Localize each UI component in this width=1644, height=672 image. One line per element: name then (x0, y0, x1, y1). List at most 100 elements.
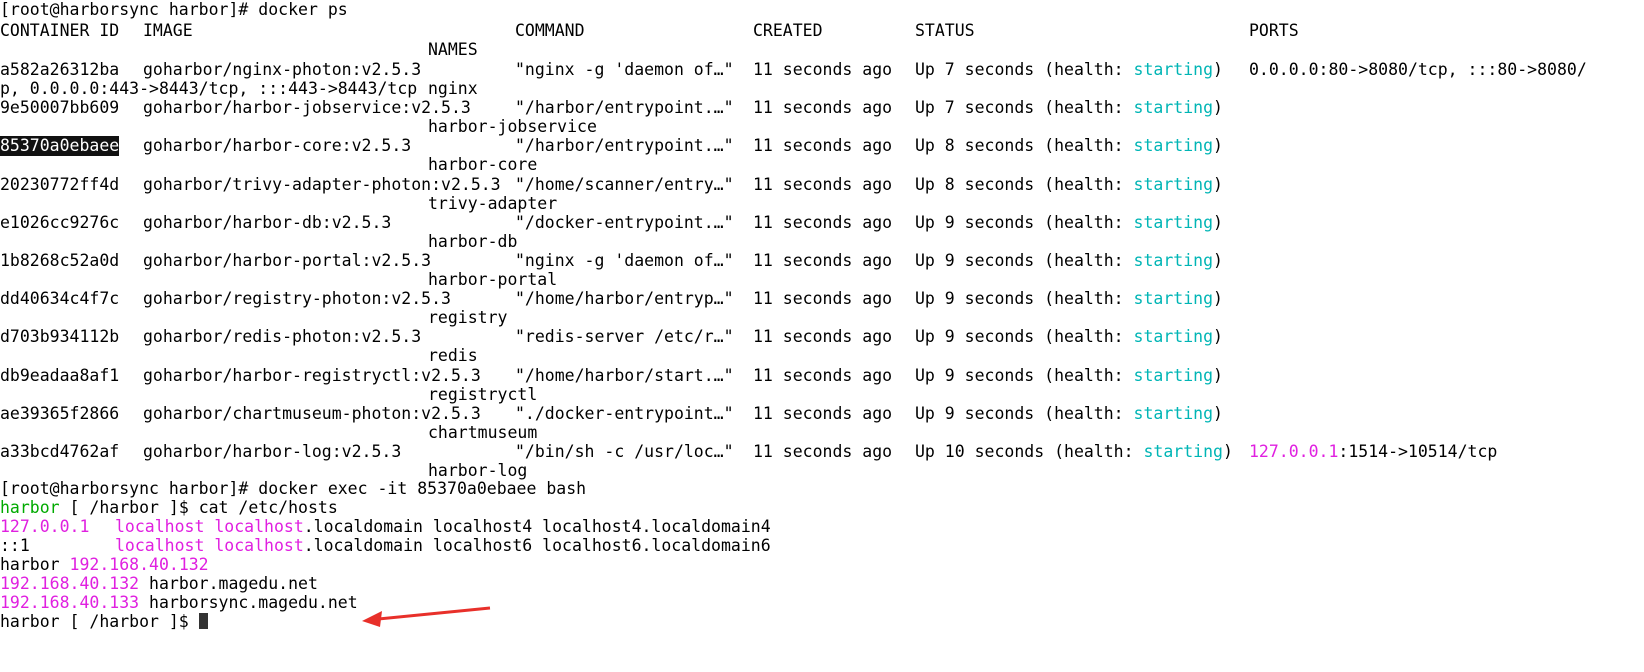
container-created: 11 seconds ago (753, 251, 893, 270)
hosts-name: harbor.magedu.net (149, 574, 318, 593)
arrow-head (362, 611, 382, 627)
container-image: goharbor/harbor-log:v2.5.3 (143, 442, 402, 461)
hosts-line-harbor: harbor 192.168.40.132 (0, 555, 209, 575)
prompt-host: harbor (0, 498, 60, 517)
health-starting: starting (1133, 327, 1214, 346)
hosts-ip: 192.168.40.132 (69, 555, 209, 574)
container-name: trivy-adapter (428, 194, 558, 213)
container-status: Up 10 seconds (health: starting) (915, 442, 1233, 461)
container-command: "/docker-entrypoint.…" (515, 213, 734, 232)
health-starting: starting (1133, 366, 1214, 385)
container-image: goharbor/registry-photon:v2.5.3 (143, 289, 451, 308)
container-image: goharbor/harbor-registryctl:v2.5.3 (143, 366, 481, 385)
hosts-name: localhost (115, 536, 205, 555)
health-starting: starting (1133, 213, 1214, 232)
container-id[interactable]: ae39365f2866 (0, 404, 119, 424)
container-name: redis (428, 346, 478, 365)
container-ports: 0.0.0.0:80->8080/tcp, :::80->8080/ (1249, 60, 1587, 79)
hosts-name: harborsync.magedu.net (149, 593, 358, 612)
container-status: Up 8 seconds (health: starting) (915, 175, 1223, 194)
container-image: goharbor/chartmuseum-photon:v2.5.3 (143, 404, 481, 423)
terminal-window[interactable]: [root@harborsync harbor]# docker ps CONT… (0, 0, 1644, 648)
container-created: 11 seconds ago (753, 366, 893, 385)
container-id[interactable]: 9e50007bb609 (0, 98, 119, 118)
hosts-line: 192.168.40.132 harbor.magedu.net (0, 574, 318, 594)
hosts-line: 192.168.40.133 harborsync.magedu.net (0, 593, 358, 613)
hosts-name: localhost (214, 517, 304, 536)
container-command: "./docker-entrypoint…" (515, 404, 734, 423)
container-command: "/home/harbor/entryp…" (515, 289, 734, 308)
container-ports: 127.0.0.1:1514->10514/tcp (1249, 442, 1498, 461)
hosts-ip: ::1 (0, 536, 30, 555)
container-id[interactable]: 85370a0ebaee (0, 136, 120, 156)
container-id[interactable]: e1026cc9276c (0, 213, 119, 233)
header-status: STATUS (915, 21, 975, 40)
hosts-line: 127.0.0.1 localhost localhost.localdomai… (0, 517, 771, 537)
container-id[interactable]: dd40634c4f7c (0, 289, 119, 309)
table-header-names: NAMES (0, 40, 478, 60)
container-name: nginx (428, 79, 478, 98)
container-command: "/harbor/entrypoint.…" (515, 98, 734, 117)
container-status: Up 9 seconds (health: starting) (915, 251, 1223, 270)
container-image: goharbor/harbor-jobservice:v2.5.3 (143, 98, 471, 117)
container-status: Up 9 seconds (health: starting) (915, 289, 1223, 308)
header-command: COMMAND (515, 21, 585, 40)
container-command: "/home/scanner/entry…" (515, 175, 734, 194)
prompt-command: cat /etc/hosts (198, 498, 338, 517)
container-command: "/harbor/entrypoint.…" (515, 136, 734, 155)
health-starting: starting (1133, 98, 1214, 117)
hosts-ip: 192.168.40.132 (0, 574, 140, 593)
prompt-text: harbor [ /harbor ]$ (0, 612, 199, 631)
text-cursor (198, 613, 208, 629)
header-ports: PORTS (1249, 21, 1299, 40)
health-starting: starting (1133, 175, 1214, 194)
container-id[interactable]: d703b934112b (0, 327, 119, 347)
container-image: goharbor/trivy-adapter-photon:v2.5.3 (143, 175, 501, 194)
header-container-id: CONTAINER ID (0, 21, 120, 40)
header-image: IMAGE (143, 21, 193, 40)
container-command: "nginx -g 'daemon of…" (515, 251, 734, 270)
health-starting: starting (1133, 136, 1214, 155)
table-header: CONTAINER ID IMAGE COMMAND CREATED STATU… (0, 21, 1299, 41)
health-starting: starting (1133, 404, 1214, 423)
container-created: 11 seconds ago (753, 213, 893, 232)
container-created: 11 seconds ago (753, 60, 893, 79)
hosts-ip: 192.168.40.133 (0, 593, 140, 612)
health-starting: starting (1133, 251, 1214, 270)
container-id[interactable]: a33bcd4762af (0, 442, 119, 462)
hosts-line: ::1 localhost localhost.localdomain loca… (0, 536, 771, 556)
container-status: Up 7 seconds (health: starting) (915, 60, 1223, 79)
container-name: harbor-log (428, 461, 528, 480)
arrow-shaft (377, 606, 491, 621)
header-created: CREATED (753, 21, 823, 40)
container-command: "/home/harbor/start.…" (515, 366, 734, 385)
container-name: registry (428, 308, 508, 327)
container-command: "nginx -g 'daemon of…" (515, 60, 734, 79)
prompt-path: [ /harbor ]$ (59, 498, 199, 517)
container-id[interactable]: a582a26312ba (0, 60, 119, 80)
container-id[interactable]: db9eadaa8af1 (0, 366, 119, 386)
container-name: chartmuseum (428, 423, 538, 442)
container-image: goharbor/harbor-db:v2.5.3 (143, 213, 392, 232)
hosts-name: localhost (214, 536, 304, 555)
prompt-text: [root@harborsync harbor]# docker exec -i… (0, 479, 587, 498)
container-name: harbor-core (428, 155, 538, 174)
container-created: 11 seconds ago (753, 404, 893, 423)
health-starting: starting (1143, 442, 1223, 461)
container-image: goharbor/harbor-core:v2.5.3 (143, 136, 412, 155)
container-id[interactable]: 1b8268c52a0d (0, 251, 119, 271)
container-command: "redis-server /etc/r…" (515, 327, 734, 346)
container-status: Up 9 seconds (health: starting) (915, 404, 1223, 423)
container-status: Up 9 seconds (health: starting) (915, 213, 1223, 232)
container-name: harbor-jobservice (428, 117, 597, 136)
container-status: Up 9 seconds (health: starting) (915, 327, 1223, 346)
hosts-aliases: .localdomain localhost4 localhost4.local… (303, 517, 771, 536)
current-prompt-line: harbor [ /harbor ]$ (0, 612, 208, 632)
container-image: goharbor/redis-photon:v2.5.3 (143, 327, 422, 346)
container-ports-cont: p, 0.0.0.0:443->8443/tcp, :::443->8443/t… (0, 79, 418, 98)
container-command: "/bin/sh -c /usr/loc…" (515, 442, 734, 461)
container-created: 11 seconds ago (753, 136, 893, 155)
container-id[interactable]: 20230772ff4d (0, 175, 119, 195)
container-created: 11 seconds ago (753, 327, 893, 346)
hosts-ip: 127.0.0.1 (0, 517, 90, 536)
